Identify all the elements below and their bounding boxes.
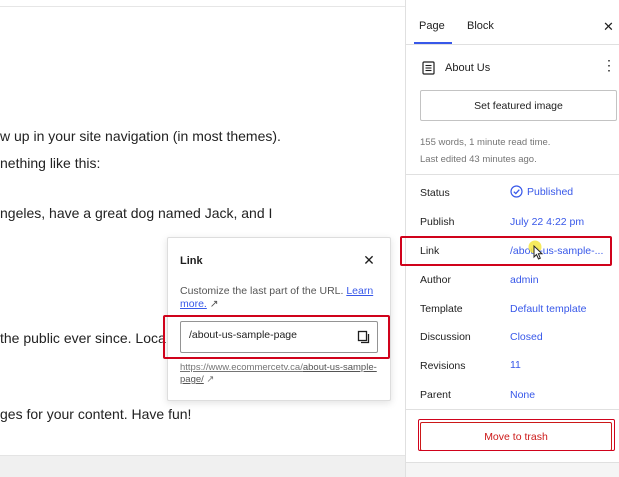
discussion-value[interactable]: Closed — [510, 331, 543, 343]
template-value[interactable]: Default template — [510, 303, 586, 315]
set-featured-image-button[interactable]: Set featured image — [420, 90, 617, 121]
editor-top-border — [0, 0, 405, 7]
status-value[interactable]: Published — [510, 185, 573, 198]
author-label: Author — [420, 274, 451, 286]
document-title: About Us — [445, 62, 491, 74]
paragraph-text[interactable]: w up in your site navigation (in most th… — [0, 128, 281, 144]
tab-block[interactable]: Block — [467, 20, 494, 32]
revisions-label: Revisions — [420, 360, 466, 372]
discussion-label: Discussion — [420, 331, 471, 343]
slug-input[interactable] — [189, 329, 349, 341]
author-value[interactable]: admin — [510, 274, 539, 286]
last-edited: Last edited 43 minutes ago. — [420, 154, 537, 165]
parent-value[interactable]: None — [510, 389, 535, 401]
sidebar-footer — [406, 462, 619, 477]
external-link-icon: ↗ — [209, 298, 219, 310]
link-label: Link — [420, 245, 440, 257]
sidebar-tabs: Page Block ✕ — [406, 7, 619, 45]
paragraph-text[interactable]: ges for your content. Have fun! — [0, 406, 191, 422]
settings-sidebar: Page Block ✕ About Us ⋮ Set featured ima… — [405, 0, 619, 477]
paragraph-text[interactable]: ngeles, have a great dog named Jack, and… — [0, 205, 272, 221]
tab-page[interactable]: Page — [419, 20, 445, 32]
divider — [406, 409, 619, 410]
word-count: 155 words, 1 minute read time. — [420, 137, 551, 148]
popover-title: Link — [180, 255, 203, 267]
link-value[interactable]: /about-us-sample-... — [510, 245, 603, 257]
slug-field[interactable] — [180, 321, 378, 353]
revisions-value[interactable]: 11 — [510, 359, 521, 371]
publish-label: Publish — [420, 216, 455, 228]
paragraph-text[interactable]: nething like this: — [0, 155, 100, 171]
permalink-preview[interactable]: https://www.ecommercetv.ca/about-us-samp… — [180, 362, 380, 386]
divider — [406, 174, 619, 175]
move-to-trash-button[interactable]: Move to trash — [420, 422, 612, 451]
published-check-icon — [510, 185, 523, 198]
parent-label: Parent — [420, 389, 451, 401]
editor-footer-area — [0, 455, 405, 477]
paragraph-text[interactable]: the public ever since. Loca — [0, 330, 166, 346]
active-tab-indicator — [414, 42, 452, 44]
help-text: Customize the last part of the URL. — [180, 285, 344, 297]
status-label: Status — [420, 187, 450, 199]
link-popover: Link ✕ Customize the last part of the UR… — [167, 237, 391, 401]
copy-icon[interactable] — [356, 329, 372, 345]
permalink-base[interactable]: https://www.ecommercetv.ca/ — [180, 362, 303, 373]
close-icon[interactable]: ✕ — [603, 20, 617, 34]
template-label: Template — [420, 303, 463, 315]
close-icon[interactable]: ✕ — [361, 252, 377, 268]
document-summary: About Us ⋮ — [406, 55, 619, 81]
external-link-icon: ↗ — [206, 374, 215, 385]
more-vertical-icon[interactable]: ⋮ — [602, 58, 616, 72]
popover-help-text: Customize the last part of the URL. Lear… — [180, 285, 380, 311]
publish-date-value[interactable]: July 22 4:22 pm — [510, 216, 584, 228]
status-value-text: Published — [527, 185, 574, 198]
page-icon — [422, 61, 435, 80]
